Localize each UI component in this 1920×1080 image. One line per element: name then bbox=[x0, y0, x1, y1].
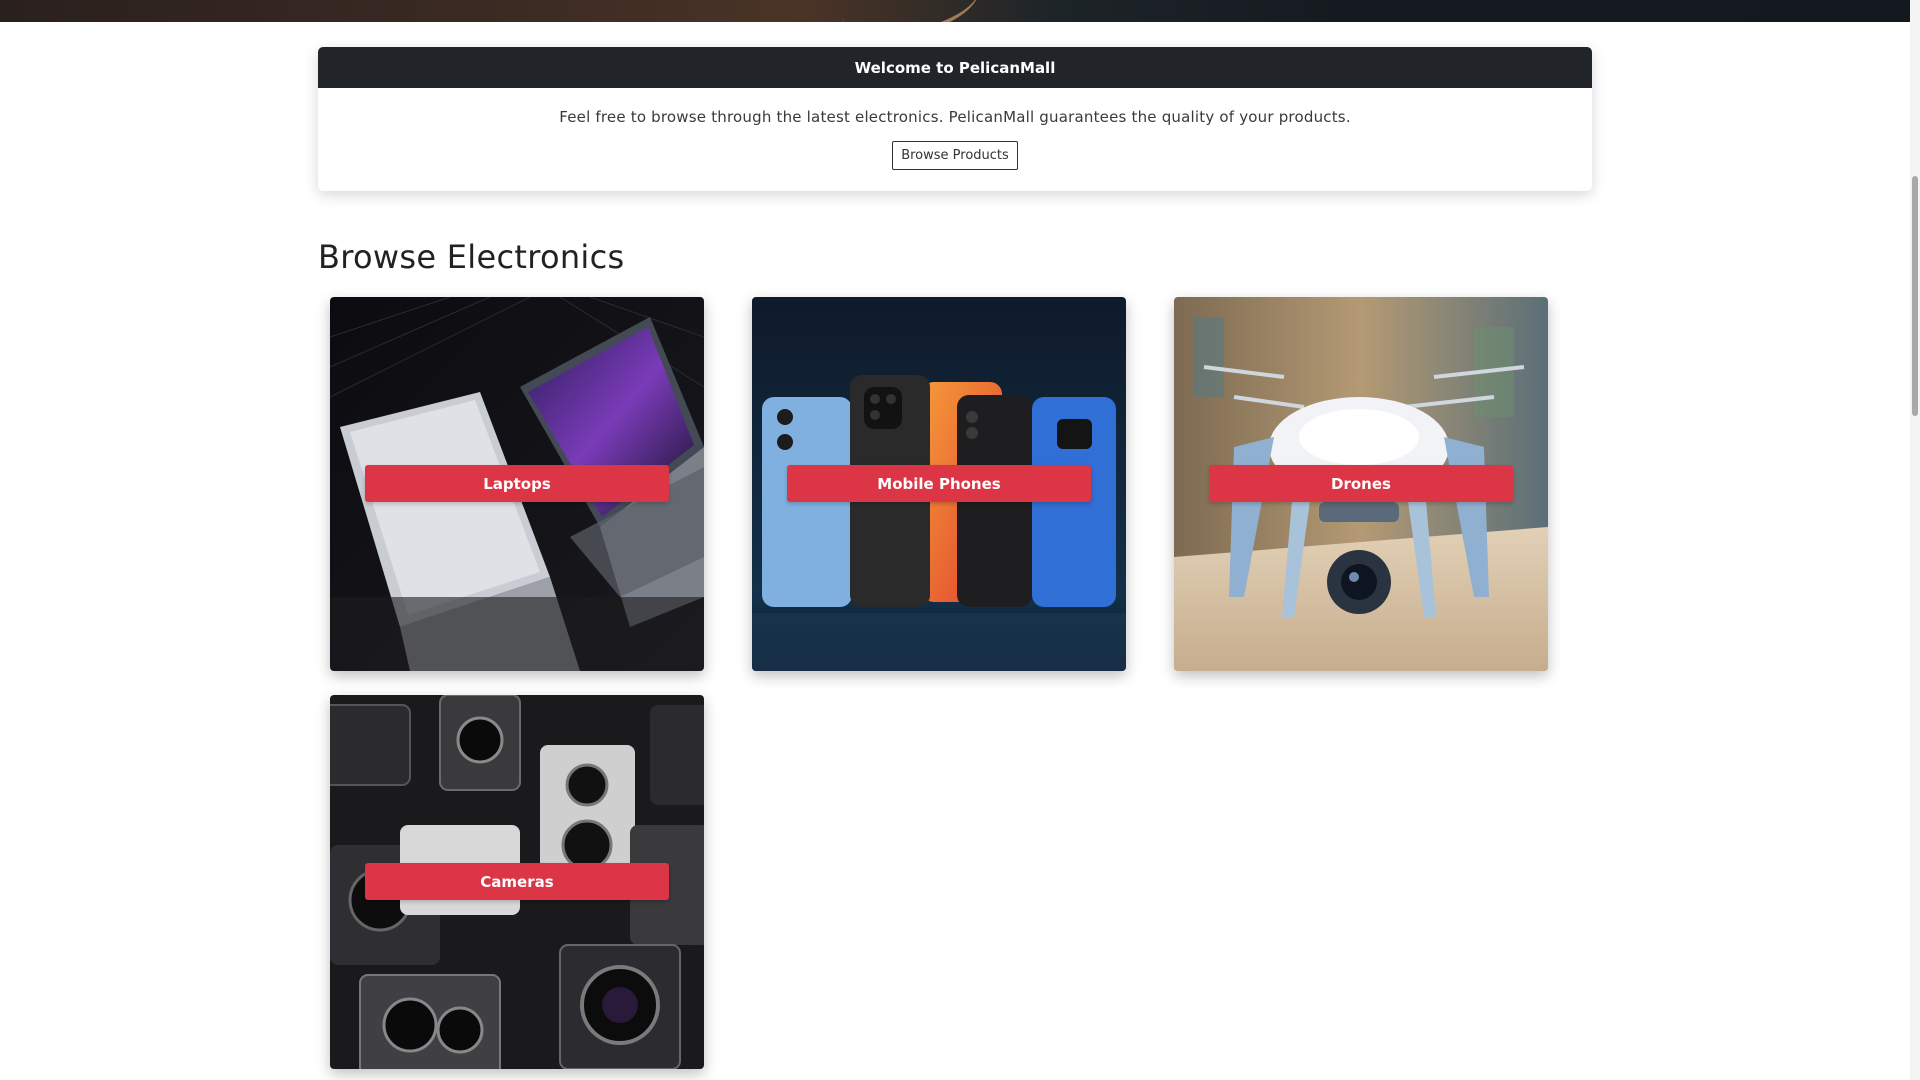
hero-banner-bottom-edge bbox=[0, 0, 1920, 22]
category-label-drones[interactable]: Drones bbox=[1209, 465, 1513, 502]
category-label-cameras[interactable]: Cameras bbox=[365, 863, 669, 900]
category-card-laptops[interactable]: Laptops bbox=[330, 297, 704, 671]
section-title: Browse Electronics bbox=[318, 238, 625, 276]
category-card-mobile-phones[interactable]: Mobile Phones bbox=[752, 297, 1126, 671]
page-scrollbar[interactable] bbox=[1910, 0, 1920, 1080]
category-label-mobile-phones[interactable]: Mobile Phones bbox=[787, 465, 1091, 502]
welcome-card-body: Feel free to browse through the latest e… bbox=[318, 108, 1592, 170]
browse-products-button[interactable]: Browse Products bbox=[892, 141, 1018, 170]
category-card-cameras[interactable]: Cameras bbox=[330, 695, 704, 1069]
category-label-laptops[interactable]: Laptops bbox=[365, 465, 669, 502]
page: Welcome to PelicanMall Feel free to brow… bbox=[0, 0, 1920, 1080]
hero-image-fragment bbox=[834, 0, 986, 22]
category-card-drones[interactable]: Drones bbox=[1174, 297, 1548, 671]
welcome-text: Feel free to browse through the latest e… bbox=[559, 108, 1351, 126]
welcome-card-header: Welcome to PelicanMall bbox=[318, 47, 1592, 88]
scrollbar-thumb[interactable] bbox=[1912, 176, 1918, 416]
welcome-card: Welcome to PelicanMall Feel free to brow… bbox=[318, 47, 1592, 191]
